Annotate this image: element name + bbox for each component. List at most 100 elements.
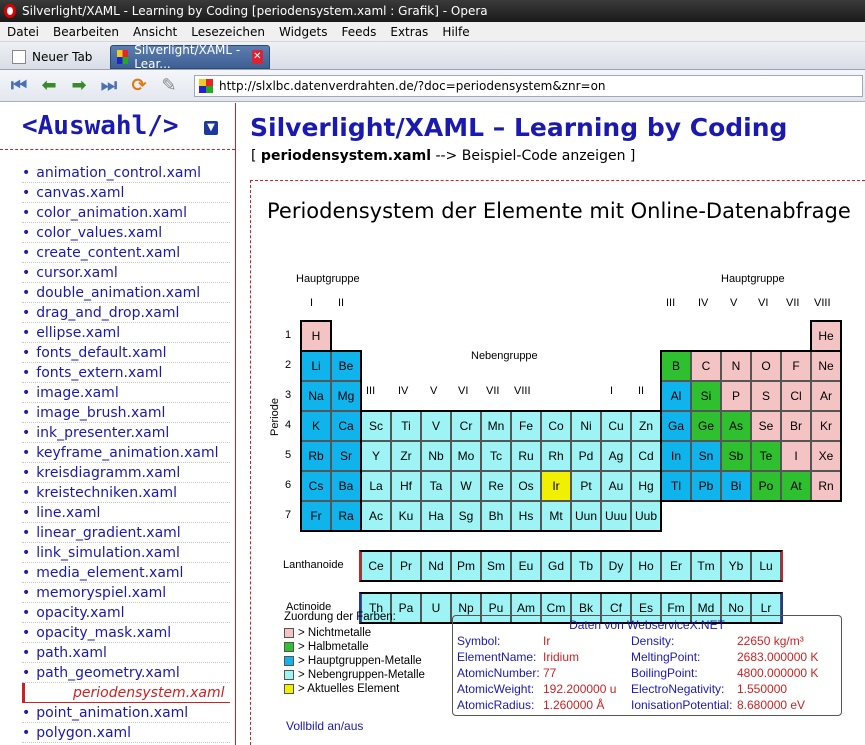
element-ag[interactable]: Ag [601, 441, 631, 471]
element-ku[interactable]: Ku [391, 501, 421, 531]
sidebar-item-path[interactable]: path.xaml [22, 643, 230, 663]
element-s[interactable]: S [751, 381, 781, 411]
element-ha[interactable]: Ha [421, 501, 451, 531]
sidebar-item-kreisdiagramm[interactable]: kreisdiagramm.xaml [22, 463, 230, 483]
address-url[interactable]: http://slxlbc.datenverdrahten.de/?doc=pe… [219, 79, 606, 93]
element-ru[interactable]: Ru [511, 441, 541, 471]
rewind-icon[interactable]: ⏮ [8, 75, 30, 97]
element-na[interactable]: Na [301, 381, 331, 411]
element-re[interactable]: Re [481, 471, 511, 501]
menu-lesezeichen[interactable]: Lesezeichen [184, 25, 272, 39]
element-ga[interactable]: Ga [661, 411, 691, 441]
element-ni[interactable]: Ni [571, 411, 601, 441]
element-mt[interactable]: Mt [541, 501, 571, 531]
sidebar-item-opacity-mask[interactable]: opacity_mask.xaml [22, 623, 230, 643]
element-sg[interactable]: Sg [451, 501, 481, 531]
element-kr[interactable]: Kr [811, 411, 841, 441]
sidebar-item-memoryspiel[interactable]: memoryspiel.xaml [22, 583, 230, 603]
sidebar-item-periodensystem[interactable]: periodensystem.xaml [22, 683, 230, 703]
element-ir[interactable]: Ir [541, 471, 571, 501]
element-hs[interactable]: Hs [511, 501, 541, 531]
element-ne[interactable]: Ne [811, 351, 841, 381]
element-uun[interactable]: Uun [571, 501, 601, 531]
element-pt[interactable]: Pt [571, 471, 601, 501]
sidebar-item-ink-presenter[interactable]: ink_presenter.xaml [22, 423, 230, 443]
element-hf[interactable]: Hf [391, 471, 421, 501]
sidebar-item-animation-control[interactable]: animation_control.xaml [22, 163, 230, 183]
element-i[interactable]: I [781, 441, 811, 471]
element-la[interactable]: La [361, 471, 391, 501]
sidebar-item-create-content[interactable]: create_content.xaml [22, 243, 230, 263]
address-bar[interactable]: http://slxlbc.datenverdrahten.de/?doc=pe… [194, 74, 863, 97]
element-bi[interactable]: Bi [721, 471, 751, 501]
element-co[interactable]: Co [541, 411, 571, 441]
element-w[interactable]: W [451, 471, 481, 501]
sidebar-item-cursor[interactable]: cursor.xaml [22, 263, 230, 283]
element-nd[interactable]: Nd [421, 551, 451, 581]
sidebar-item-canvas[interactable]: canvas.xaml [22, 183, 230, 203]
element-be[interactable]: Be [331, 351, 361, 381]
element-uuu[interactable]: Uuu [601, 501, 631, 531]
sidebar-item-polygon[interactable]: polygon.xaml [22, 723, 230, 743]
element-sr[interactable]: Sr [331, 441, 361, 471]
sidebar-item-link-simulation[interactable]: link_simulation.xaml [22, 543, 230, 563]
element-ti[interactable]: Ti [391, 411, 421, 441]
sidebar-item-color-animation[interactable]: color_animation.xaml [22, 203, 230, 223]
element-cd[interactable]: Cd [631, 441, 661, 471]
sidebar-item-kreistechniken[interactable]: kreistechniken.xaml [22, 483, 230, 503]
element-n[interactable]: N [721, 351, 751, 381]
sidebar-item-path-geometry[interactable]: path_geometry.xaml [22, 663, 230, 683]
element-mn[interactable]: Mn [481, 411, 511, 441]
element-sn[interactable]: Sn [691, 441, 721, 471]
element-rh[interactable]: Rh [541, 441, 571, 471]
element-c[interactable]: C [691, 351, 721, 381]
code-link[interactable]: --> Beispiel-Code anzeigen ] [435, 148, 635, 164]
element-ho[interactable]: Ho [631, 551, 661, 581]
sidebar-item-ellipse[interactable]: ellipse.xaml [22, 323, 230, 343]
element-nb[interactable]: Nb [421, 441, 451, 471]
tab-active[interactable]: Silverlight/XAML - Lear... ✕ [110, 43, 270, 71]
element-y[interactable]: Y [361, 441, 391, 471]
element-ar[interactable]: Ar [811, 381, 841, 411]
element-zr[interactable]: Zr [391, 441, 421, 471]
element-tb[interactable]: Tb [571, 551, 601, 581]
element-pm[interactable]: Pm [451, 551, 481, 581]
element-lu[interactable]: Lu [751, 551, 781, 581]
edit-pen-icon[interactable]: ✎ [158, 75, 180, 97]
element-cr[interactable]: Cr [451, 411, 481, 441]
sidebar-item-point-animation[interactable]: point_animation.xaml [22, 703, 230, 723]
element-pb[interactable]: Pb [691, 471, 721, 501]
element-fe[interactable]: Fe [511, 411, 541, 441]
element-p[interactable]: P [721, 381, 751, 411]
sidebar-item-double-animation[interactable]: double_animation.xaml [22, 283, 230, 303]
element-al[interactable]: Al [661, 381, 691, 411]
tab-new[interactable]: Neuer Tab [6, 45, 106, 69]
element-si[interactable]: Si [691, 381, 721, 411]
sidebar-item-image[interactable]: image.xaml [22, 383, 230, 403]
element-li[interactable]: Li [301, 351, 331, 381]
fullscreen-toggle-link[interactable]: Vollbild an/aus [286, 719, 363, 733]
menu-widgets[interactable]: Widgets [272, 25, 335, 39]
menu-extras[interactable]: Extras [383, 25, 435, 39]
element-ce[interactable]: Ce [361, 551, 391, 581]
element-ra[interactable]: Ra [331, 501, 361, 531]
element-ca[interactable]: Ca [331, 411, 361, 441]
element-zn[interactable]: Zn [631, 411, 661, 441]
sidebar-item-line[interactable]: line.xaml [22, 503, 230, 523]
sidebar-item-keyframe-animation[interactable]: keyframe_animation.xaml [22, 443, 230, 463]
element-k[interactable]: K [301, 411, 331, 441]
element-rn[interactable]: Rn [811, 471, 841, 501]
element-xe[interactable]: Xe [811, 441, 841, 471]
menu-ansicht[interactable]: Ansicht [126, 25, 184, 39]
element-cu[interactable]: Cu [601, 411, 631, 441]
sidebar-item-linear-gradient[interactable]: linear_gradient.xaml [22, 523, 230, 543]
element-se[interactable]: Se [751, 411, 781, 441]
element-hg[interactable]: Hg [631, 471, 661, 501]
element-ge[interactable]: Ge [691, 411, 721, 441]
fast-forward-icon[interactable]: ⏭ [98, 75, 120, 97]
sidebar-item-color-values[interactable]: color_values.xaml [22, 223, 230, 243]
reload-icon[interactable]: ⟳ [128, 75, 150, 97]
element-uub[interactable]: Uub [631, 501, 661, 531]
element-po[interactable]: Po [751, 471, 781, 501]
sidebar-item-fonts-default[interactable]: fonts_default.xaml [22, 343, 230, 363]
